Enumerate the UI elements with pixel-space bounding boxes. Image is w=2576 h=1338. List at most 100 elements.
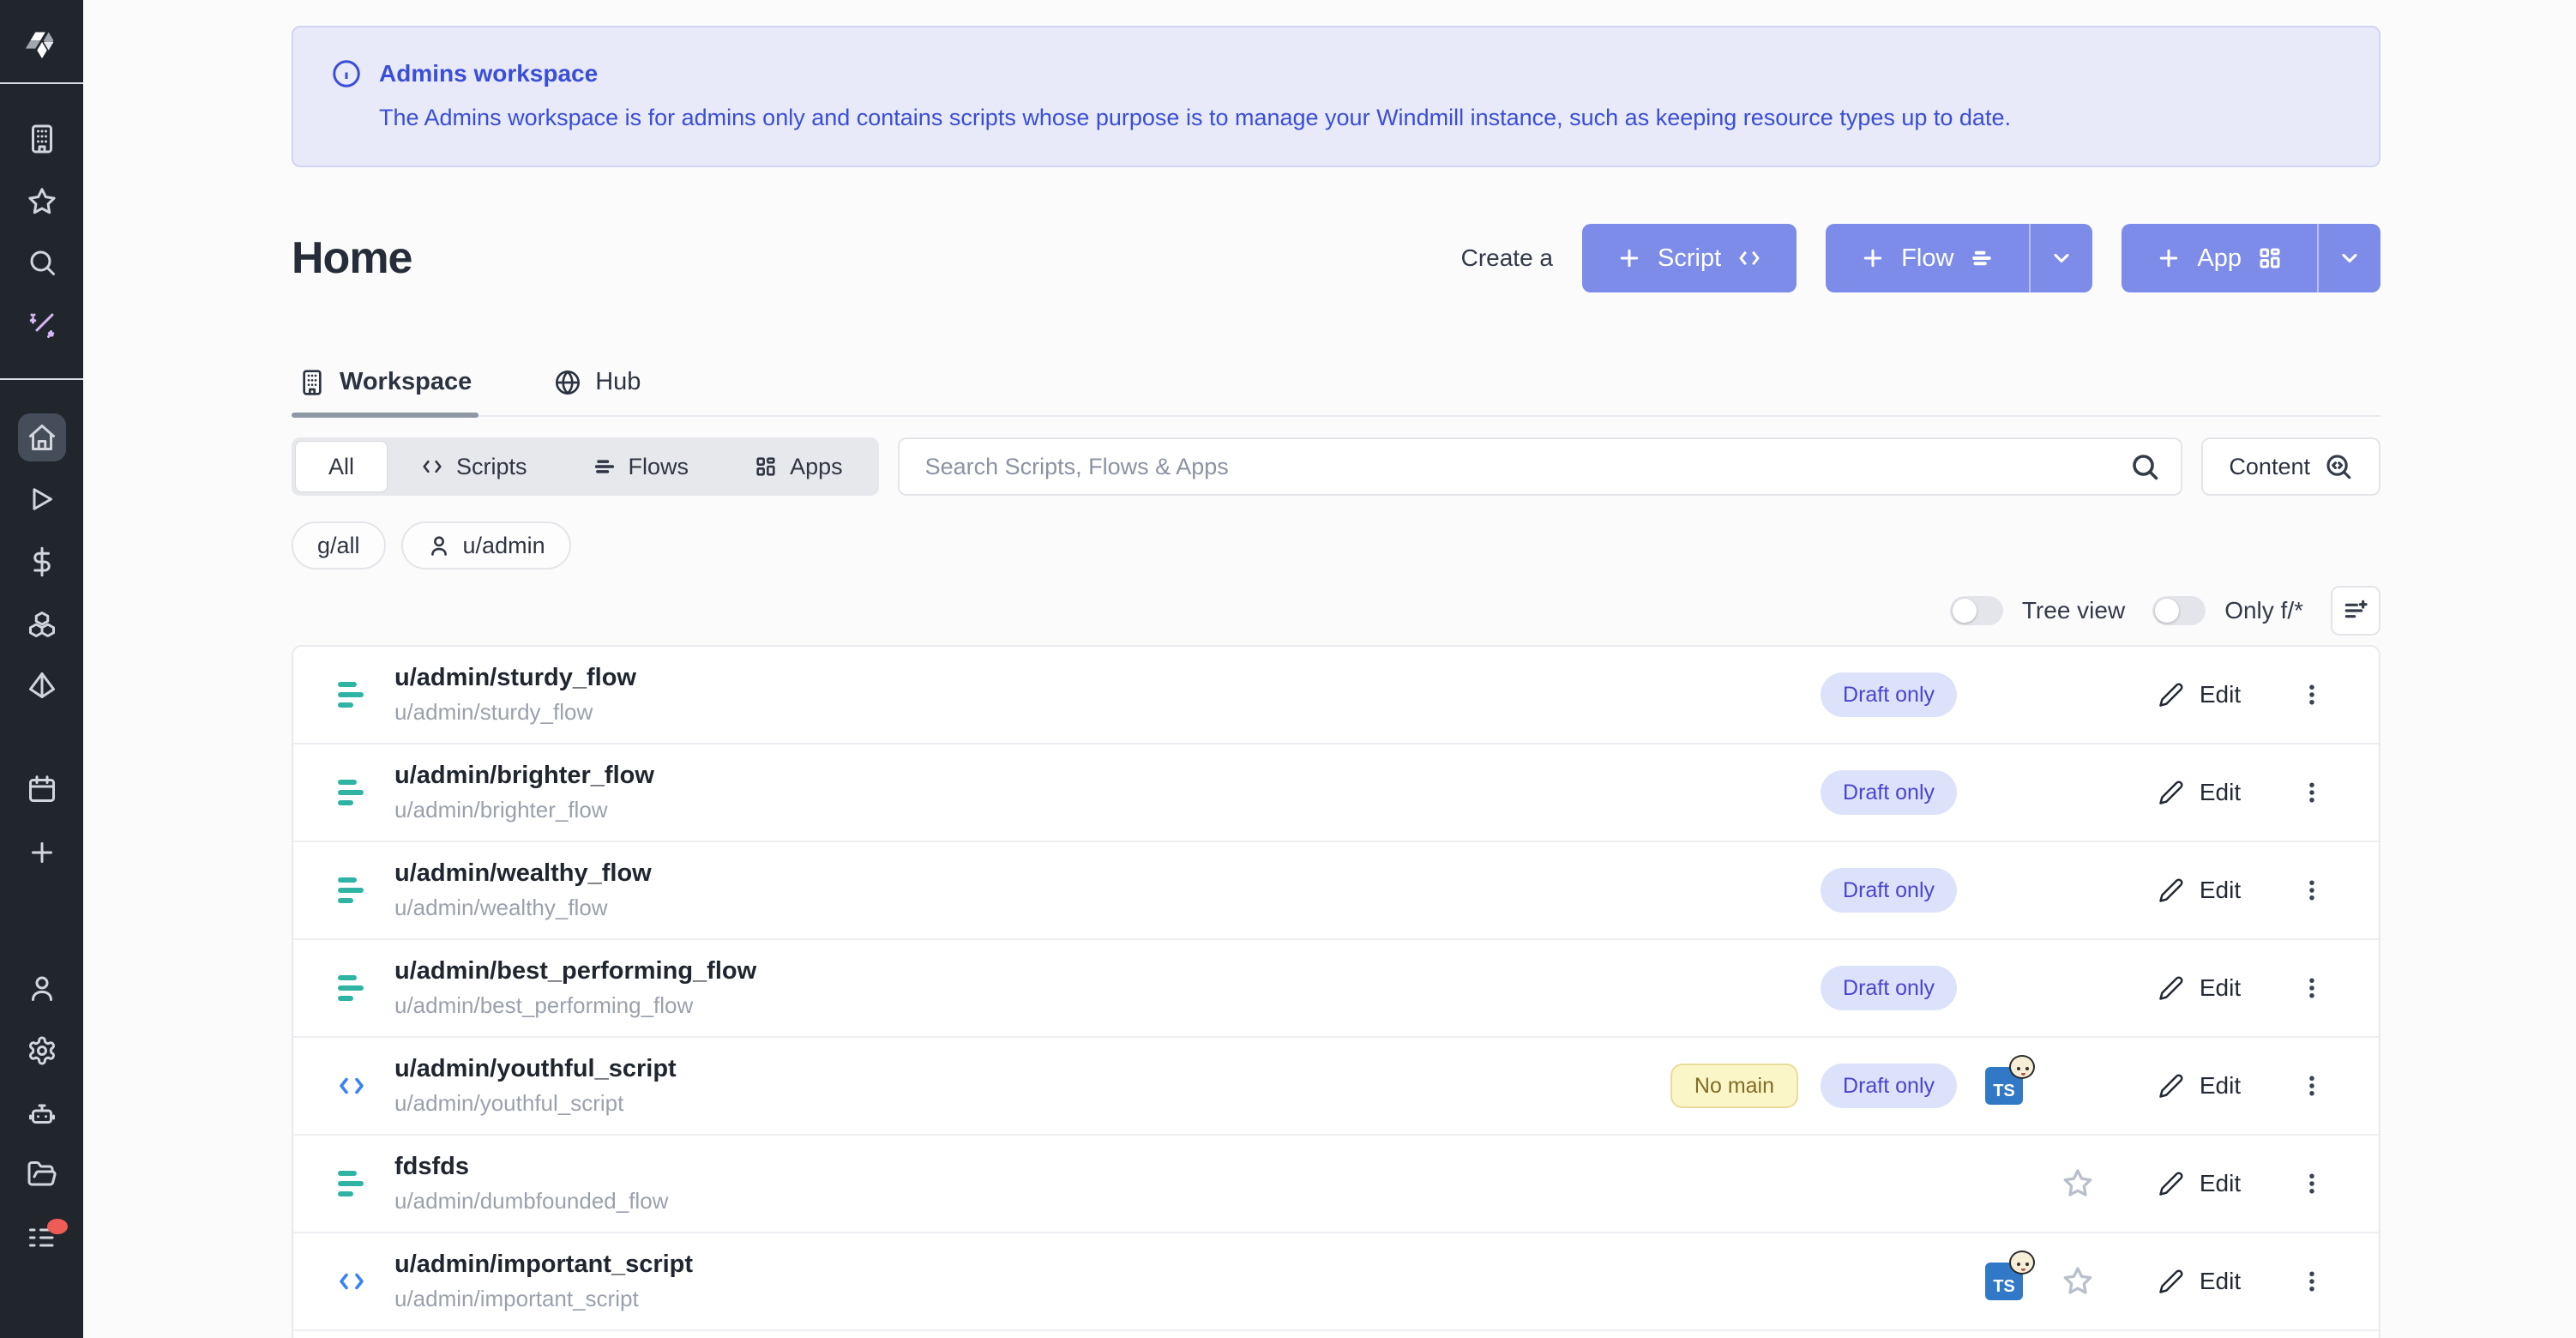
create-script-button[interactable]: Script xyxy=(1582,224,1797,292)
item-language xyxy=(1976,1165,2032,1202)
sidebar-item-users[interactable] xyxy=(0,964,83,1012)
edit-button[interactable]: Edit xyxy=(2135,681,2264,708)
filter-flows[interactable]: Flows xyxy=(560,441,722,492)
search-icon[interactable] xyxy=(2129,451,2160,482)
edit-label: Edit xyxy=(2200,779,2241,806)
banner-body: The Admins workspace is for admins only … xyxy=(379,105,2341,131)
more-options-button[interactable] xyxy=(2295,1269,2329,1294)
no-main-badge: No main xyxy=(1670,1064,1798,1108)
sidebar-item-runs[interactable] xyxy=(0,475,83,523)
item-title: u/admin/youthful_script xyxy=(394,1055,677,1083)
sidebar-item-triggers[interactable] xyxy=(0,661,83,709)
search-code-icon xyxy=(2324,452,2353,481)
sidebar-item-folders[interactable] xyxy=(0,1150,83,1198)
notification-dot xyxy=(47,1219,68,1234)
kebab-icon xyxy=(2299,975,2325,1001)
item-badges: No mainDraft only xyxy=(1670,1064,1957,1108)
list-item[interactable]: u/admin/wealthy_flow u/admin/wealthy_flo… xyxy=(293,842,2379,940)
list-item[interactable]: u/admin/generous_flow Edit xyxy=(293,1331,2379,1338)
create-flow-dropdown[interactable] xyxy=(2029,224,2092,292)
filter-plus-button[interactable] xyxy=(2331,586,2380,636)
sidebar-item-search[interactable] xyxy=(0,238,83,286)
plus-icon xyxy=(1616,245,1642,271)
filter-all[interactable]: All xyxy=(295,441,388,492)
sidebar-item-settings[interactable] xyxy=(0,1027,83,1075)
tab-workspace[interactable]: Workspace xyxy=(292,359,478,415)
list-item[interactable]: u/admin/sturdy_flow u/admin/sturdy_flow … xyxy=(293,647,2379,744)
sidebar-item-create[interactable] xyxy=(0,829,83,877)
edit-button[interactable]: Edit xyxy=(2135,779,2264,806)
item-path: u/admin/wealthy_flow xyxy=(394,895,652,921)
edit-button[interactable]: Edit xyxy=(2135,1268,2264,1295)
create-script-label: Script xyxy=(1658,244,1721,273)
search-input[interactable] xyxy=(898,437,2183,496)
only-f-toggle[interactable] xyxy=(2152,596,2206,625)
tab-hub[interactable]: Hub xyxy=(547,359,647,415)
kebab-icon xyxy=(2299,1171,2325,1196)
grid-icon xyxy=(2257,245,2283,271)
list-item[interactable]: u/admin/best_performing_flow u/admin/bes… xyxy=(293,940,2379,1038)
tag-u-admin[interactable]: u/admin xyxy=(401,521,571,570)
flow-icon xyxy=(338,780,365,805)
create-flow-button[interactable]: Flow xyxy=(1826,224,2092,292)
sidebar-item-home[interactable] xyxy=(0,413,83,461)
create-app-button[interactable]: App xyxy=(2122,224,2380,292)
type-filter-segmented: All Scripts Flows Apps xyxy=(292,437,879,496)
sidebar-item-favorites[interactable] xyxy=(0,178,83,226)
create-flow-label: Flow xyxy=(1901,244,1953,273)
kebab-icon xyxy=(2299,780,2325,805)
sidebar-item-audit-logs[interactable] xyxy=(0,1214,83,1262)
item-path: u/admin/important_script xyxy=(394,1286,693,1312)
list-item[interactable]: fdsfds u/admin/dumbfounded_flow Edit xyxy=(293,1136,2379,1233)
edit-button[interactable]: Edit xyxy=(2135,1170,2264,1197)
more-options-button[interactable] xyxy=(2295,1171,2329,1196)
page-title: Home xyxy=(292,232,412,284)
sidebar-item-workspace[interactable] xyxy=(0,115,83,163)
more-options-button[interactable] xyxy=(2295,975,2329,1001)
globe-icon xyxy=(554,369,581,396)
edit-label: Edit xyxy=(2200,877,2241,904)
main-area: Admins workspace The Admins workspace is… xyxy=(83,0,2576,1338)
edit-button[interactable]: Edit xyxy=(2135,974,2264,1002)
create-a-label: Create a xyxy=(1461,244,1553,272)
content-search-button[interactable]: Content xyxy=(2201,437,2380,496)
more-options-button[interactable] xyxy=(2295,1073,2329,1099)
create-app-dropdown[interactable] xyxy=(2317,224,2380,292)
star-icon[interactable] xyxy=(2061,1264,2095,1299)
draft-only-badge: Draft only xyxy=(1821,868,1957,913)
sidebar-item-ai-wand[interactable] xyxy=(0,301,83,349)
item-language: TS xyxy=(1976,1067,2032,1105)
filter-apps[interactable]: Apps xyxy=(721,441,876,492)
sidebar-item-workers[interactable] xyxy=(0,1089,83,1137)
sidebar-item-resources[interactable] xyxy=(0,600,83,648)
list-item[interactable]: u/admin/important_script u/admin/importa… xyxy=(293,1233,2379,1331)
banner-title: Admins workspace xyxy=(379,60,598,87)
sidebar-item-schedules[interactable] xyxy=(0,765,83,813)
filter-flows-label: Flows xyxy=(629,454,689,480)
more-options-button[interactable] xyxy=(2295,682,2329,708)
more-options-button[interactable] xyxy=(2295,877,2329,903)
script-icon xyxy=(336,1070,367,1101)
info-icon xyxy=(331,58,362,89)
tag-g-all[interactable]: g/all xyxy=(292,521,386,570)
item-star-slot xyxy=(2049,775,2106,810)
list-item[interactable]: u/admin/brighter_flow u/admin/brighter_f… xyxy=(293,744,2379,842)
sidebar-divider xyxy=(0,378,83,380)
tag-g-all-label: g/all xyxy=(317,533,360,559)
edit-button[interactable]: Edit xyxy=(2135,877,2264,904)
sidebar-item-variables[interactable] xyxy=(0,538,83,586)
item-type-icon xyxy=(333,975,370,1001)
pencil-icon xyxy=(2158,1073,2184,1099)
list-item[interactable]: u/admin/youthful_script u/admin/youthful… xyxy=(293,1038,2379,1136)
item-language xyxy=(1976,871,2032,909)
create-app-label: App xyxy=(2197,244,2242,273)
tree-view-toggle[interactable] xyxy=(1950,596,2003,625)
filter-scripts[interactable]: Scripts xyxy=(388,441,560,492)
only-f-label: Only f/* xyxy=(2224,597,2303,624)
workspace-hub-tabs: Workspace Hub xyxy=(292,359,2380,417)
edit-button[interactable]: Edit xyxy=(2135,1072,2264,1100)
edit-label: Edit xyxy=(2200,974,2241,1002)
star-icon[interactable] xyxy=(2061,1166,2095,1201)
windmill-logo[interactable] xyxy=(0,0,83,83)
more-options-button[interactable] xyxy=(2295,780,2329,805)
